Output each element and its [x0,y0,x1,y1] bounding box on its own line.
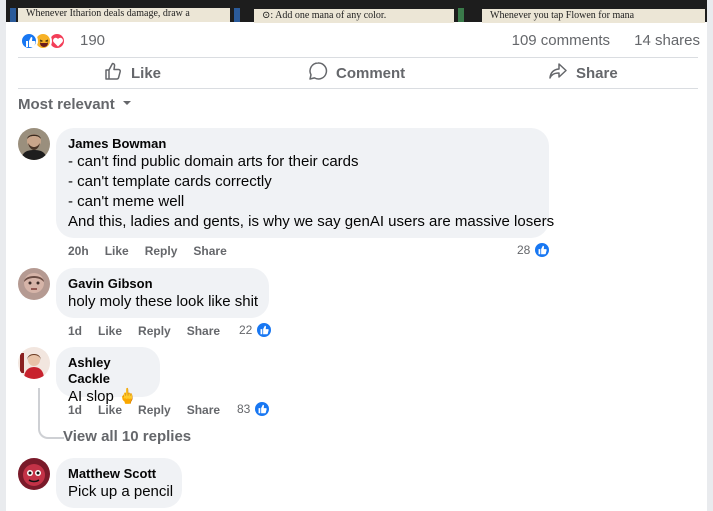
comment-button[interactable]: Comment [308,58,405,88]
image-border [458,8,464,22]
comment-meta: 1d Like Reply Share [68,324,220,338]
like-count-text: 28 [517,243,531,257]
image-border [234,8,240,22]
comment-reply-link[interactable]: Reply [138,403,171,417]
comment-meta: 1d Like Reply Share [68,403,220,417]
comment-line: And this, ladies and gents, is why we sa… [68,213,555,230]
comment-line: holy moly these look like shit [68,293,259,310]
view-replies-link[interactable]: View all 10 replies [63,428,191,445]
comment-bubble: Matthew Scott Pick up a pencil [56,458,182,508]
avatar[interactable] [18,347,50,379]
like-reaction-icon[interactable] [20,32,38,50]
caret-down-icon [121,96,133,113]
like-badge-icon [533,241,552,259]
reply-thread-line [38,388,64,439]
comment-like-link[interactable]: Like [105,244,129,258]
like-count-text: 83 [237,402,251,416]
like-badge-icon [255,321,274,339]
avatar[interactable] [18,458,50,490]
comment-item: Matthew Scott Pick up a pencil [18,458,698,508]
comment-meta: 20h Like Reply Share [68,244,227,258]
comment-reply-link[interactable]: Reply [138,324,171,338]
reactions-bar: 190 109 comments 14 shares [20,30,700,52]
comment-time[interactable]: 20h [68,244,89,258]
comment-line: - can't meme well [68,193,185,210]
comment-share-link[interactable]: Share [193,244,226,258]
like-badge-icon [253,400,272,418]
comment-bubble: Gavin Gibson holy moly these look like s… [56,268,269,318]
comment-bubble: Ashley Cackle AI slop 🖕 [56,347,160,405]
comment-share-link[interactable]: Share [187,324,220,338]
comments-count[interactable]: 109 comments [512,32,610,49]
comment-reply-link[interactable]: Reply [145,244,178,258]
comment-line: Pick up a pencil [68,483,174,500]
share-button[interactable]: Share [548,58,618,88]
post-image-strip[interactable]: Whenever Itharion deals damage, draw a ⊙… [6,0,707,23]
comment-item: Gavin Gibson holy moly these look like s… [18,268,698,344]
card-text-2: ⊙: Add one mana of any color. [254,9,454,23]
speech-bubble-icon [308,61,328,85]
comment-line: - can't template cards correctly [68,173,272,190]
reaction-count[interactable]: 190 [80,32,105,49]
sort-label: Most relevant [18,96,115,113]
commenter-name[interactable]: James Bowman [68,136,537,152]
comment-like-count[interactable]: 28 [517,241,552,259]
card-text-3: Whenever you tap Flowen for mana [482,9,705,23]
card-text-1: Whenever Itharion deals damage, draw a [18,8,230,22]
comment-sort-dropdown[interactable]: Most relevant [18,96,133,113]
commenter-name[interactable]: Gavin Gibson [68,276,257,292]
comment-line: - can't find public domain arts for thei… [68,153,359,170]
like-label: Like [131,64,162,82]
comment-bubble: James Bowman - can't find public domain … [56,128,555,238]
thumbs-up-icon [103,61,123,85]
share-label: Share [576,64,618,82]
comment-time[interactable]: 1d [68,403,82,417]
post-card: Whenever Itharion deals damage, draw a ⊙… [6,0,707,511]
shares-count[interactable]: 14 shares [634,32,700,49]
image-border [10,8,16,22]
like-button[interactable]: Like [103,58,161,88]
share-arrow-icon [548,61,568,85]
comment-like-count[interactable]: 83 [237,400,272,418]
comment-item: James Bowman - can't find public domain … [18,128,698,264]
comment-time[interactable]: 1d [68,324,82,338]
comment-share-link[interactable]: Share [187,403,220,417]
avatar[interactable] [18,268,50,300]
commenter-name[interactable]: Matthew Scott [68,466,170,482]
avatar[interactable] [18,128,50,160]
like-count-text: 22 [239,323,253,337]
comment-item: Ashley Cackle AI slop 🖕 1d Like Reply Sh… [18,347,698,423]
comment-like-link[interactable]: Like [98,324,122,338]
comment-like-link[interactable]: Like [98,403,122,417]
commenter-name[interactable]: Ashley Cackle [68,355,148,387]
comment-like-count[interactable]: 22 [239,321,274,339]
comment-label: Comment [336,64,406,82]
post-actions: Like Comment Share [18,57,698,89]
